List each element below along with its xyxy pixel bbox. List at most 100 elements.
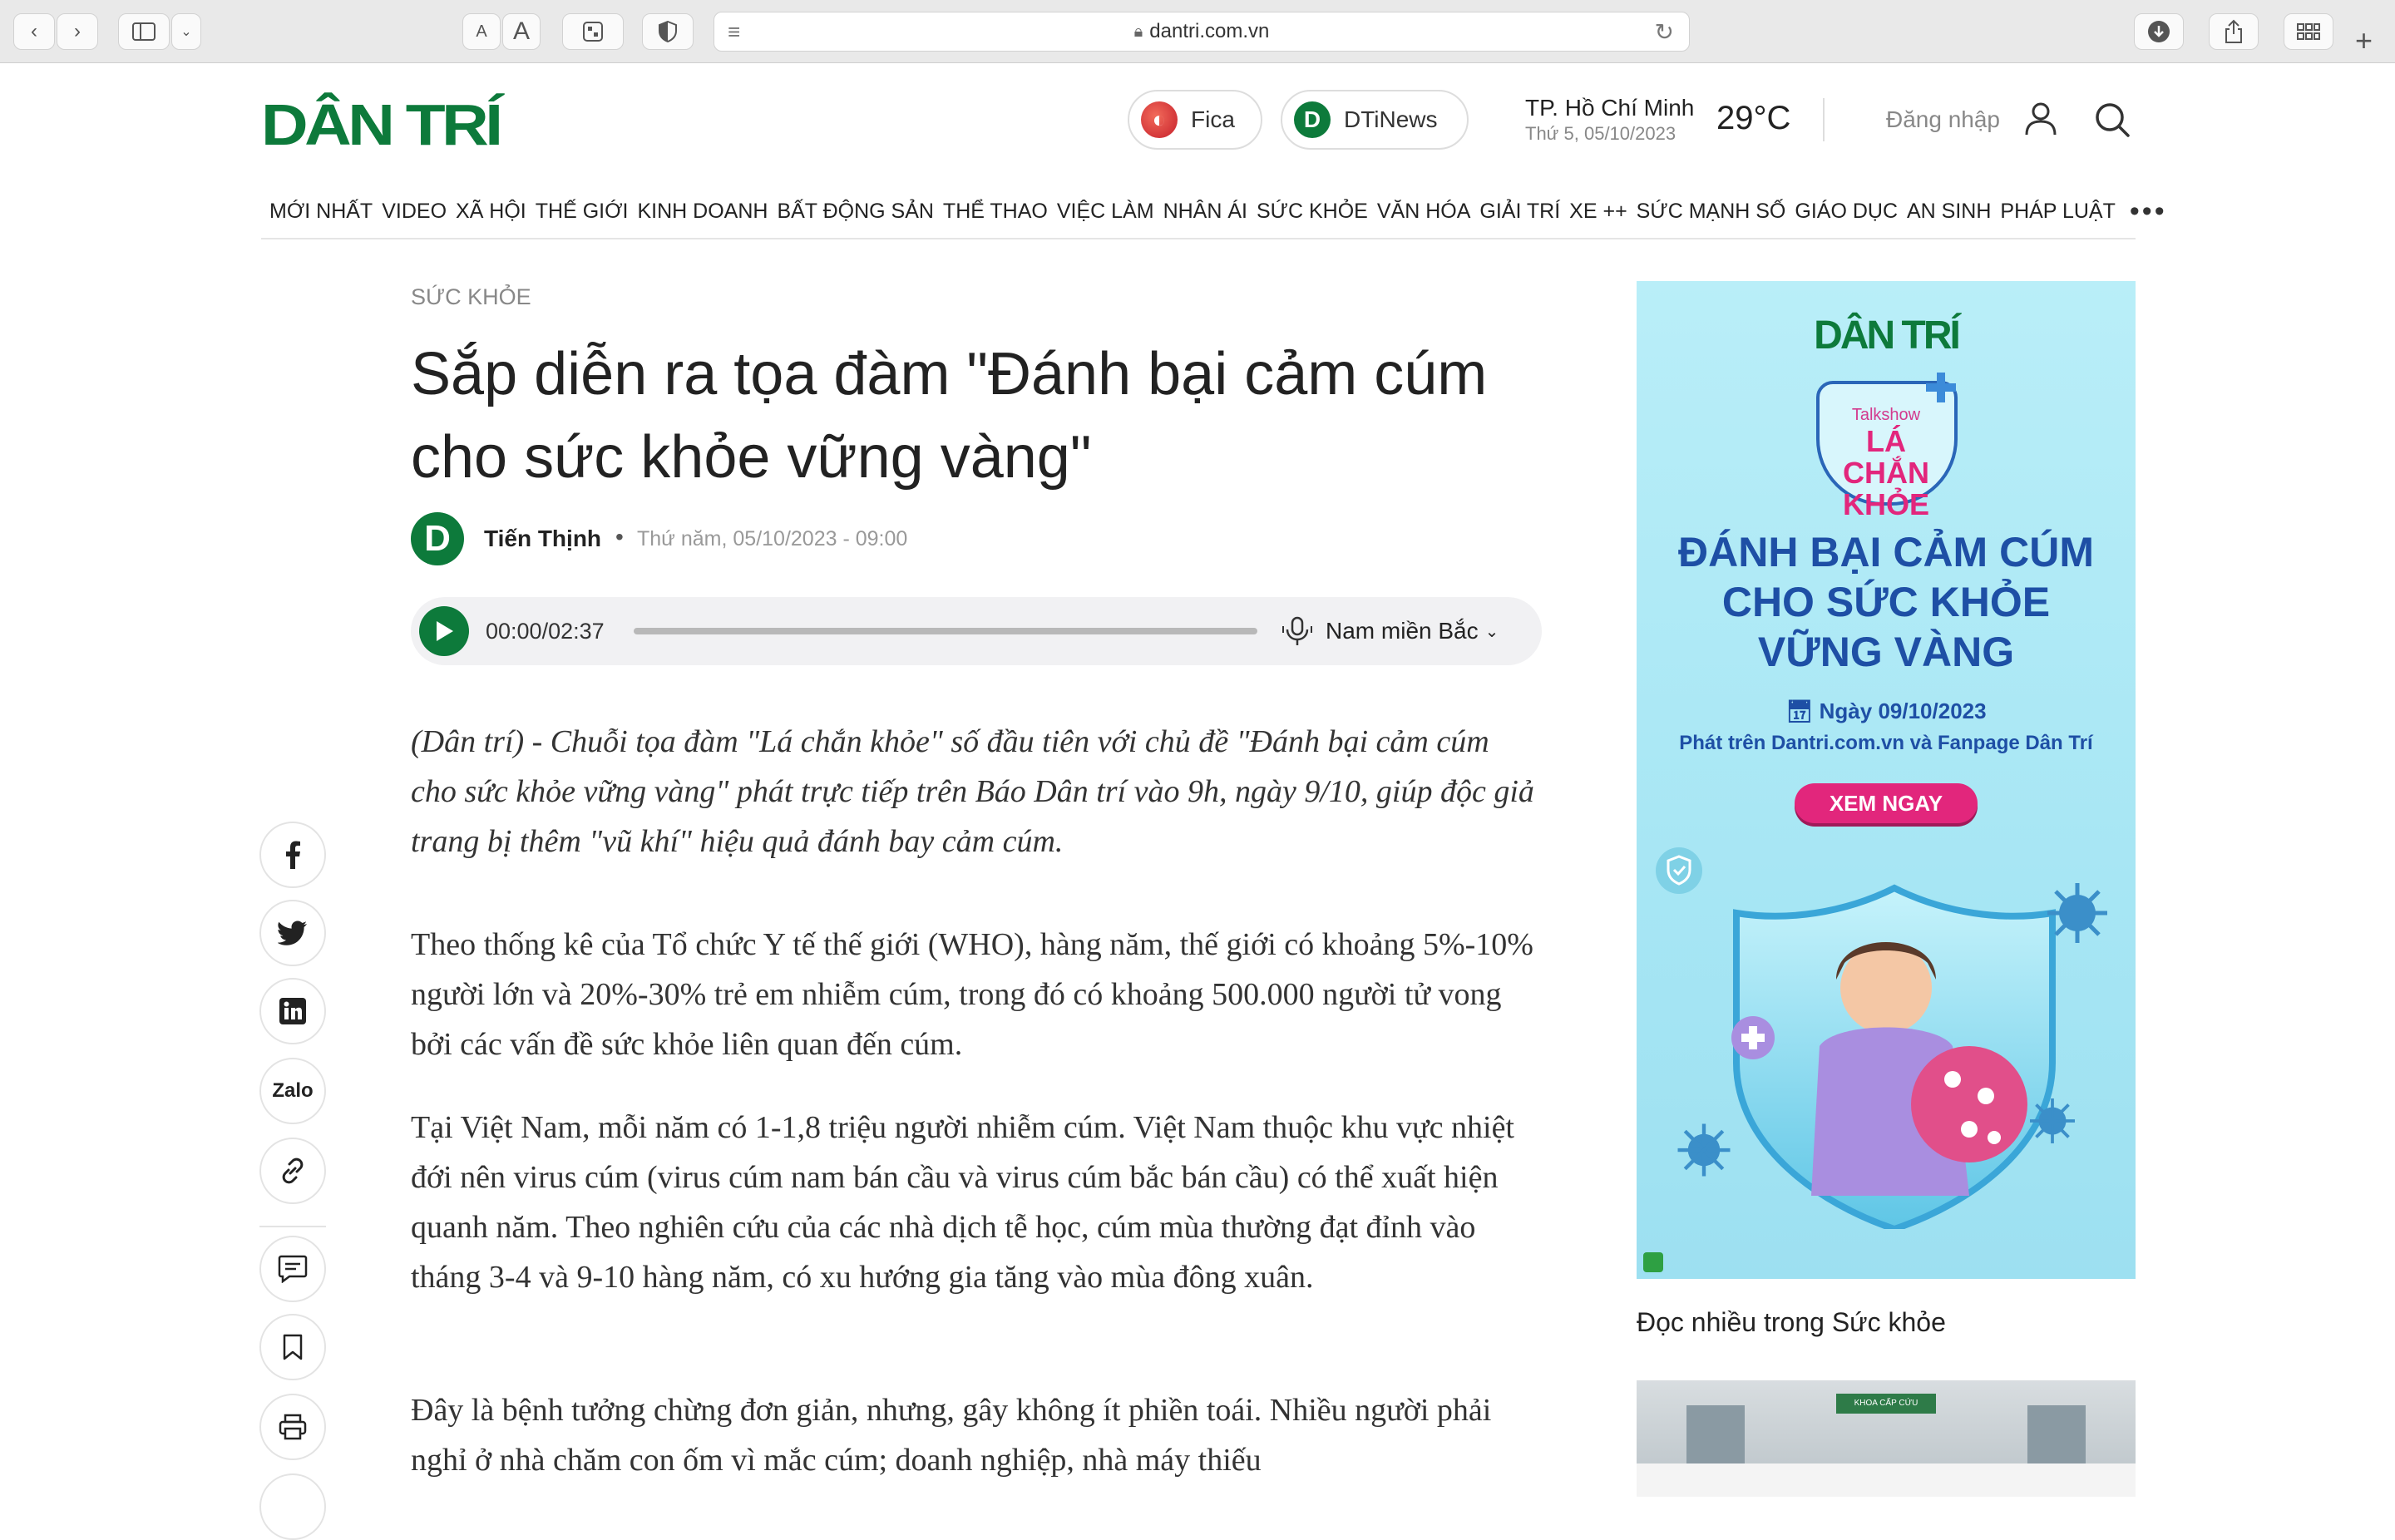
text-larger-button[interactable]: A (502, 13, 541, 50)
nav-item-suc-khoe[interactable]: SỨC KHỎE (1257, 200, 1368, 224)
nav-item-kinh-doanh[interactable]: KINH DOANH (637, 200, 768, 224)
fica-button[interactable]: ◐ Fica (1128, 90, 1262, 150)
search-icon[interactable] (2094, 101, 2131, 138)
ad-date-text: Ngày 09/10/2023 (1819, 698, 1987, 723)
weather-city: TP. Hồ Chí Minh (1525, 95, 1695, 121)
back-button[interactable]: ‹ (13, 13, 55, 50)
nav-more-icon[interactable]: ••• (2130, 195, 2167, 228)
print-button[interactable] (259, 1394, 326, 1460)
twitter-icon (278, 921, 307, 945)
main-nav: MỚI NHẤT VIDEO XÃ HỘI THẾ GIỚI KINH DOAN… (261, 185, 2165, 239)
nav-item-xa-hoi[interactable]: XÃ HỘI (456, 200, 526, 224)
ad-choices-icon[interactable] (1643, 1252, 1663, 1272)
text-smaller-button[interactable]: A (462, 13, 501, 50)
nav-item-xe[interactable]: XE ++ (1569, 200, 1627, 224)
bookmark-button[interactable] (259, 1314, 326, 1380)
virus-icon (1677, 1123, 1731, 1177)
play-icon (437, 621, 453, 641)
url-text: dantri.com.vn (1149, 20, 1270, 42)
facebook-share-button[interactable] (259, 822, 326, 888)
virus-icon (2030, 1098, 2075, 1143)
article-category[interactable]: SỨC KHỎE (411, 284, 531, 310)
talkshow-name: LÁ CHẮN KHỎE (1842, 424, 1929, 521)
voice-select[interactable]: Nam miền Bắc (1326, 618, 1479, 644)
share-button[interactable] (2209, 13, 2259, 50)
nav-item-bat-dong-san[interactable]: BẤT ĐỘNG SẢN (777, 200, 933, 224)
site-logo[interactable]: DÂN TRÍ (261, 91, 503, 158)
privacy-button[interactable] (642, 13, 694, 50)
dtinews-label: DTiNews (1344, 106, 1438, 132)
globe-icon: ◐ (1141, 101, 1178, 138)
new-tab-button[interactable]: + (2355, 23, 2373, 58)
sidebar-toggle-button[interactable] (118, 13, 170, 50)
article-paragraph: Tại Việt Nam, mỗi năm có 1-1,8 triệu ngư… (411, 1110, 1514, 1295)
share-icon (2225, 19, 2242, 43)
nav-item-moi-nhat[interactable]: MỚI NHẤT (269, 200, 373, 224)
reader-icon[interactable]: ≡ (728, 19, 740, 45)
translate-button[interactable] (562, 13, 624, 50)
audio-player: 00:00/02:37 Nam miền Bắc ⌄ (411, 597, 1542, 665)
popular-section-title: Đọc nhiều trong Sức khỏe (1637, 1307, 1946, 1337)
download-icon (2148, 21, 2170, 42)
nav-item-giao-duc[interactable]: GIÁO DỤC (1795, 200, 1898, 224)
print-icon (279, 1414, 307, 1440)
article-title: Sắp diễn ra tọa đàm "Đánh bại cảm cúm ch… (411, 341, 1488, 491)
author-name[interactable]: Tiến Thịnh (484, 526, 601, 552)
nav-item-giai-tri[interactable]: GIẢI TRÍ (1479, 200, 1560, 224)
downloads-button[interactable] (2134, 13, 2184, 50)
nav-item-video[interactable]: VIDEO (382, 200, 447, 224)
nav-item-phap-luat[interactable]: PHÁP LUẬT (2000, 200, 2115, 224)
nav-item-an-sinh[interactable]: AN SINH (1907, 200, 1991, 224)
zalo-label: Zalo (272, 1079, 314, 1102)
sidebar-icon (132, 22, 156, 41)
nav-item-suc-manh-so[interactable]: SỨC MẠNH SỐ (1637, 200, 1786, 224)
nav-item-van-hoa[interactable]: VĂN HÓA (1377, 200, 1471, 224)
more-share-button[interactable] (259, 1473, 326, 1540)
text-large-label: A (512, 17, 530, 45)
user-icon[interactable] (2022, 100, 2059, 136)
linkedin-icon (279, 998, 306, 1024)
shield-half-icon (659, 21, 677, 42)
audio-progress-bar[interactable] (634, 628, 1257, 634)
play-button[interactable] (419, 606, 469, 656)
chevron-down-icon[interactable]: ⌄ (1485, 621, 1499, 642)
thumbnail-sign-text: KHOA CẤP CỨU (1854, 1399, 1918, 1408)
popular-article-thumbnail[interactable]: KHOA CẤP CỨU (1637, 1380, 2136, 1497)
audio-time: 00:00/02:37 (486, 618, 605, 644)
zalo-share-button[interactable]: Zalo (259, 1058, 326, 1124)
thumbnail-vehicle (1637, 1463, 2136, 1497)
forward-button[interactable]: › (57, 13, 98, 50)
plus-icon: + (2355, 23, 2373, 57)
article-paragraph: Đây là bệnh tưởng chừng đơn giản, nhưng,… (411, 1393, 1492, 1478)
watch-now-button[interactable]: XEM NGAY (1795, 783, 1978, 823)
copy-link-button[interactable] (259, 1138, 326, 1204)
nav-item-viec-lam[interactable]: VIỆC LÀM (1057, 200, 1154, 224)
publish-date: Thứ năm, 05/10/2023 - 09:00 (637, 527, 908, 550)
nav-item-the-gioi[interactable]: THẾ GIỚI (536, 200, 629, 224)
tab-group-dropdown[interactable]: ⌄ (171, 13, 201, 50)
comment-button[interactable] (259, 1236, 326, 1302)
article-sapo: (Dân trí) - Chuỗi tọa đàm "Lá chắn khỏe"… (411, 724, 1534, 859)
weather-temperature: 29°C (1716, 100, 1791, 136)
twitter-share-button[interactable] (259, 900, 326, 966)
tab-overview-button[interactable] (2284, 13, 2333, 50)
weather-date: Thứ 5, 05/10/2023 (1525, 123, 1676, 144)
chevron-right-icon: › (74, 20, 81, 42)
dtinews-button[interactable]: D DTiNews (1281, 90, 1469, 150)
login-link[interactable]: Đăng nhập (1886, 106, 2000, 133)
linkedin-share-button[interactable] (259, 978, 326, 1044)
ad-logo: DÂN TRÍ (1814, 313, 1961, 358)
ad-headline: ĐÁNH BẠI CẢM CÚM CHO SỨC KHỎE VỮNG VÀNG (1678, 529, 2094, 675)
link-icon (282, 1157, 304, 1184)
ad-subtitle: Phát trên Dantri.com.vn và Fanpage Dân T… (1679, 732, 2093, 754)
lock-icon: 🔒︎ (1133, 22, 1143, 41)
fica-label: Fica (1191, 106, 1235, 132)
nav-item-the-thao[interactable]: THỂ THAO (943, 200, 1048, 224)
microphone-icon (1282, 616, 1312, 645)
address-bar[interactable]: ≡ 🔒︎ dantri.com.vn ↻ (714, 12, 1690, 52)
grid-icon (2297, 23, 2320, 40)
nav-item-nhan-ai[interactable]: NHÂN ÁI (1163, 200, 1247, 224)
browser-toolbar: ‹ › ⌄ A A ≡ 🔒︎ dantri.com.vn ↻ + (0, 0, 2395, 63)
reload-icon[interactable]: ↻ (1655, 18, 1674, 46)
advertisement-banner[interactable]: DÂN TRÍ Talkshow LÁ CHẮN KHỎE ĐÁNH BẠI C… (1637, 281, 2136, 1279)
